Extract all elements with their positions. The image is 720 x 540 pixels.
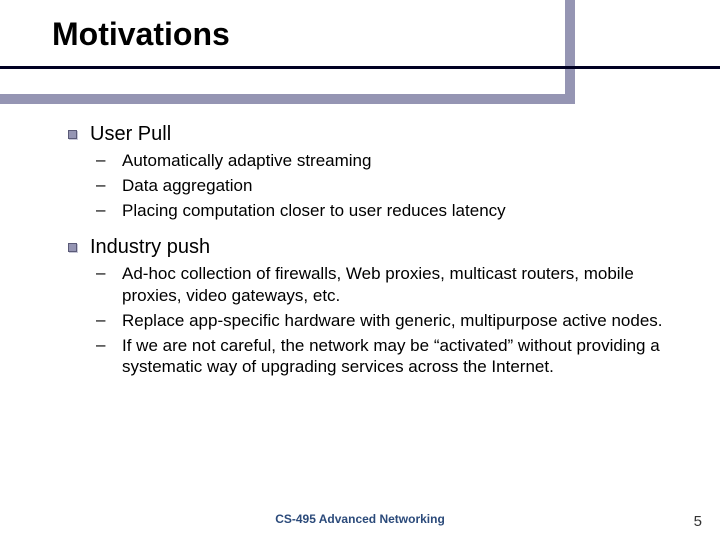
slide-title: Motivations	[52, 16, 680, 53]
bullet-level2: – If we are not careful, the network may…	[96, 335, 670, 379]
bullet-text: Industry push	[90, 235, 670, 260]
dash-icon: –	[96, 335, 122, 355]
page-number: 5	[694, 513, 702, 530]
dash-icon: –	[96, 150, 122, 170]
bullet-level2: – Ad-hoc collection of firewalls, Web pr…	[96, 263, 670, 307]
sub-bullet-text: If we are not careful, the network may b…	[122, 335, 670, 379]
sub-bullet-text: Placing computation closer to user reduc…	[122, 200, 670, 222]
title-area: Motivations	[52, 16, 680, 53]
dash-icon: –	[96, 175, 122, 195]
rule-light	[0, 94, 565, 104]
dash-icon: –	[96, 200, 122, 220]
bullet-level2: – Automatically adaptive streaming	[96, 150, 670, 172]
bullet-level2: – Placing computation closer to user red…	[96, 200, 670, 222]
sub-bullet-text: Ad-hoc collection of firewalls, Web prox…	[122, 263, 670, 307]
bullet-text: User Pull	[90, 122, 670, 147]
bullet-level2: – Replace app-specific hardware with gen…	[96, 310, 670, 332]
rule-dark	[0, 66, 720, 69]
dash-icon: –	[96, 310, 122, 330]
sub-bullet-text: Replace app-specific hardware with gener…	[122, 310, 670, 332]
square-bullet-icon	[68, 235, 90, 252]
sub-bullet-text: Automatically adaptive streaming	[122, 150, 670, 172]
bullet-level1: User Pull	[68, 122, 670, 147]
sub-bullet-text: Data aggregation	[122, 175, 670, 197]
square-bullet-icon	[68, 122, 90, 139]
content-body: User Pull – Automatically adaptive strea…	[68, 118, 670, 378]
bullet-level1: Industry push	[68, 235, 670, 260]
slide: Motivations User Pull – Automatically ad…	[0, 0, 720, 540]
bullet-level2: – Data aggregation	[96, 175, 670, 197]
dash-icon: –	[96, 263, 122, 283]
footer-text: CS-495 Advanced Networking	[0, 512, 720, 526]
